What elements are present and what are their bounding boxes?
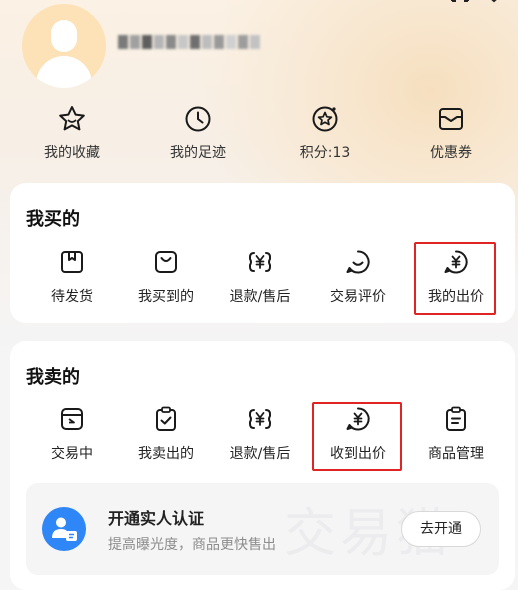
username-blur-block [118, 35, 128, 49]
buy-item-label: 我买到的 [138, 289, 194, 305]
highlight-box-my-bids [414, 242, 496, 315]
quick-link-label: 优惠券 [430, 145, 472, 161]
clipboard-list-icon [446, 406, 466, 431]
username-blur-block [130, 35, 140, 49]
coupon-icon [439, 108, 463, 130]
username-blur-block [166, 35, 176, 49]
sell-item-sold[interactable]: 我卖出的 [120, 405, 212, 463]
sell-item-refund[interactable]: 退款/售后 [214, 405, 306, 463]
username-blur-block [226, 35, 236, 49]
buy-item-reviews[interactable]: 交易评价 [312, 248, 404, 306]
sell-item-label: 退款/售后 [229, 446, 291, 462]
username-blur-block [154, 35, 164, 49]
username-blur-block [178, 35, 188, 49]
top-toolbar [450, 0, 504, 8]
points-star-icon [312, 106, 338, 132]
buy-item-refund[interactable]: 退款/售后 [214, 248, 306, 306]
buy-section-title: 我买的 [26, 209, 80, 230]
username-blurred[interactable] [118, 35, 260, 49]
sell-item-label: 交易中 [51, 446, 93, 462]
buy-section-card: 我买的 待发货 我买到的 退款/售后 交易评价 我的出价 [10, 183, 515, 323]
quick-link-favorites[interactable]: 我的收藏 [22, 104, 122, 162]
verification-banner[interactable]: 交易猫 开通实人认证 提高曝光度，商品更快售出 去开通 [26, 483, 499, 575]
verification-title: 开通实人认证 [108, 509, 205, 528]
username-blur-block [142, 35, 152, 49]
sell-item-product-management[interactable]: 商品管理 [410, 405, 502, 463]
username-blur-block [238, 35, 248, 49]
quick-link-points[interactable]: 积分:13 [275, 104, 375, 162]
yuan-refund-icon [249, 252, 271, 272]
clock-icon [185, 106, 211, 132]
sell-item-label: 商品管理 [428, 446, 484, 462]
buy-item-purchased[interactable]: 我买到的 [120, 248, 212, 306]
id-card-icon [42, 507, 86, 551]
buy-item-label: 交易评价 [330, 289, 386, 305]
username-blur-block [250, 35, 260, 49]
quick-link-label: 积分:13 [299, 145, 351, 161]
settings-icon[interactable] [484, 0, 504, 8]
username-blur-block [214, 35, 224, 49]
quick-link-history[interactable]: 我的足迹 [148, 104, 248, 162]
avatar[interactable] [22, 4, 106, 88]
box-icon [61, 251, 83, 273]
quick-link-label: 我的收藏 [44, 145, 100, 161]
bag-icon [155, 251, 177, 273]
trading-box-icon [61, 408, 83, 430]
chat-smile-icon [346, 250, 370, 274]
username-blur-block [202, 35, 212, 49]
username-blur-block [190, 35, 200, 49]
buy-item-pending-shipment[interactable]: 待发货 [26, 248, 118, 306]
sell-section-title: 我卖的 [26, 367, 80, 388]
verification-subtitle: 提高曝光度，商品更快售出 [108, 537, 276, 553]
sell-section-card: 我卖的 交易中 我卖出的 退款/售后 收到出价 商品管理 交易猫 开通实人认证 … [10, 341, 515, 590]
buy-item-label: 待发货 [51, 289, 93, 305]
quick-link-label: 我的足迹 [170, 145, 226, 161]
yuan-refund-icon [249, 409, 271, 429]
star-icon [59, 106, 85, 131]
buy-item-label: 退款/售后 [229, 289, 291, 305]
clipboard-check-icon [156, 406, 176, 431]
activate-button[interactable]: 去开通 [401, 511, 481, 547]
highlight-box-received-bids [312, 402, 402, 471]
sell-item-trading[interactable]: 交易中 [26, 405, 118, 463]
sell-item-label: 我卖出的 [138, 446, 194, 462]
quick-links-row: 我的收藏 我的足迹 积分:13 优惠券 [0, 104, 518, 168]
quick-link-coupons[interactable]: 优惠券 [401, 104, 501, 162]
scan-icon[interactable] [450, 0, 470, 8]
